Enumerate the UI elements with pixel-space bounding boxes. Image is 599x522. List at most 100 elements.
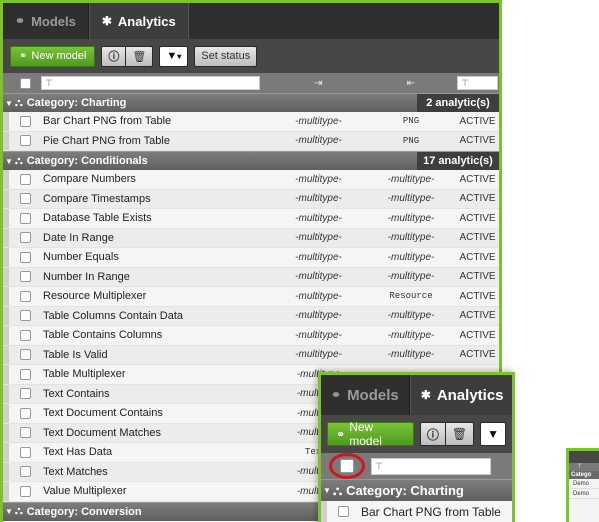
- delete-button[interactable]: 🗑: [126, 45, 154, 67]
- highlight-ring: [329, 453, 365, 479]
- table-row[interactable]: Number Equals -multitype- -multitype- ACTIV…: [3, 248, 499, 268]
- table-row[interactable]: Compare Numbers -multitype- -multitype- ACT…: [3, 170, 499, 190]
- tab-models[interactable]: ⚭ Models: [3, 3, 89, 39]
- row-checkbox[interactable]: [19, 271, 31, 283]
- zoom-new-model-button[interactable]: ⚭ New model: [327, 420, 414, 448]
- zoom-info-delete-group: ⓘ 🗑: [419, 422, 475, 446]
- status-filter-cell: ⊤: [456, 73, 499, 93]
- set-status-label: Set status: [201, 50, 251, 62]
- row-checkbox-cell: [9, 365, 41, 384]
- row-checkbox[interactable]: [19, 212, 31, 224]
- analytic-name: Table Is Valid: [43, 348, 108, 361]
- name-filter-cell: ⊤: [41, 73, 271, 93]
- models-icon: ⚭: [331, 388, 342, 402]
- info-icon: ⓘ: [108, 51, 120, 63]
- output-type: PNG: [402, 135, 420, 146]
- row-checkbox[interactable]: [19, 135, 31, 147]
- zoom-info-button[interactable]: ⓘ: [419, 422, 446, 446]
- name-filter-input[interactable]: ⊤: [41, 76, 260, 90]
- category-icon: ⛬: [15, 154, 23, 167]
- row-checkbox[interactable]: [19, 446, 31, 458]
- status-value: ACTIVE: [459, 193, 496, 205]
- row-checkbox-cell: [9, 424, 41, 443]
- zoom-tab-models-label: Models: [347, 386, 399, 404]
- row-checkbox[interactable]: [19, 407, 31, 419]
- thumb-row: Demo: [569, 479, 599, 489]
- category-label-wrap: ⛬ Category: Conditionals: [15, 155, 417, 168]
- row-checkbox-cell: [9, 209, 41, 228]
- analytic-name: Table Columns Contain Data: [43, 309, 184, 322]
- analytic-name: Table Contains Columns: [43, 329, 163, 342]
- filter-icon: ⊤: [577, 464, 583, 470]
- row-checkbox[interactable]: [19, 290, 31, 302]
- category-rows: Bar Chart PNG from Table -multitype- PNG AC…: [3, 112, 499, 151]
- status-value: ACTIVE: [459, 349, 496, 361]
- row-checkbox[interactable]: [19, 232, 31, 244]
- new-model-button[interactable]: ⚭ New model: [10, 45, 96, 67]
- table-row[interactable]: Compare Timestamps -multitype- -multitype-…: [3, 189, 499, 209]
- table-row[interactable]: Table Contains Columns -multitype- -multit…: [3, 326, 499, 346]
- trash-icon: 🗑: [451, 427, 468, 441]
- zoom-tab-models[interactable]: ⚭ Models: [321, 375, 410, 415]
- input-arrow-icon: ⇥: [314, 77, 323, 89]
- table-row[interactable]: Table Is Valid -multitype- -multitype- ACTI…: [3, 345, 499, 365]
- row-checkbox[interactable]: [337, 506, 349, 517]
- zoom-table-row[interactable]: Bar Chart PNG from Table: [321, 501, 512, 522]
- zoom-tab-analytics-label: Analytics: [436, 386, 504, 404]
- row-checkbox[interactable]: [19, 329, 31, 341]
- category-icon: ⛬: [333, 482, 343, 498]
- row-checkbox[interactable]: [19, 251, 31, 263]
- models-icon: ⚭: [336, 428, 346, 441]
- status-value: ACTIVE: [459, 271, 496, 283]
- filter-menu-button[interactable]: ▼ ▾: [159, 45, 189, 67]
- row-checkbox[interactable]: [19, 193, 31, 205]
- row-checkbox[interactable]: [19, 388, 31, 400]
- analytic-name: Value Multiplexer: [43, 485, 127, 498]
- zoom-select-all-checkbox[interactable]: [340, 459, 354, 473]
- table-row[interactable]: Database Table Exists -multitype- -multity…: [3, 209, 499, 229]
- output-type: PNG: [402, 116, 420, 127]
- filter-icon: ⊤: [45, 77, 53, 88]
- row-checkbox[interactable]: [19, 349, 31, 361]
- table-row[interactable]: Table Columns Contain Data -multitype- -mu…: [3, 306, 499, 326]
- collapse-arrow-icon: ▼: [5, 507, 13, 516]
- row-checkbox-cell: [9, 287, 41, 306]
- analytic-name: Number In Range: [43, 270, 130, 283]
- analytic-name: Date In Range: [43, 231, 114, 244]
- table-row[interactable]: Pie Chart PNG from Table -multitype- PNG AC…: [3, 131, 499, 151]
- row-checkbox[interactable]: [19, 368, 31, 380]
- row-checkbox[interactable]: [19, 466, 31, 478]
- input-column-header[interactable]: ⇥: [271, 73, 366, 93]
- status-filter-input[interactable]: ⊤: [457, 76, 498, 90]
- row-checkbox[interactable]: [19, 485, 31, 497]
- collapse-arrow-icon: ▼: [5, 98, 13, 108]
- zoom-filter-menu-button[interactable]: ▼: [480, 422, 506, 446]
- tab-analytics[interactable]: ✱ Analytics: [88, 3, 189, 39]
- zoom-tab-analytics[interactable]: ✱ Analytics: [409, 375, 512, 415]
- tab-bar: ⚭ Models ✱ Analytics: [3, 3, 499, 39]
- analytic-name: Resource Multiplexer: [43, 290, 147, 303]
- input-type: -multitype-: [295, 193, 342, 205]
- row-checkbox[interactable]: [19, 427, 31, 439]
- table-row[interactable]: Bar Chart PNG from Table -multitype- PNG AC…: [3, 112, 499, 132]
- zoom-category-header[interactable]: ▼ ⛬ Category: Charting: [321, 479, 512, 501]
- zoom-delete-button[interactable]: 🗑: [445, 422, 475, 446]
- status-value: ACTIVE: [459, 290, 496, 302]
- table-row[interactable]: Number In Range -multitype- -multitype- ACT…: [3, 267, 499, 287]
- output-column-header[interactable]: ⇤: [366, 73, 456, 93]
- table-row[interactable]: Resource Multiplexer -multitype- Resource A…: [3, 287, 499, 307]
- output-type: Resource: [389, 291, 433, 302]
- row-checkbox[interactable]: [19, 173, 31, 185]
- info-button[interactable]: ⓘ: [101, 45, 127, 67]
- gear-icon: ✱: [101, 14, 112, 28]
- category-header[interactable]: ▼ ⛬ Category: Charting 2 analytic(s): [3, 93, 499, 112]
- select-all-checkbox[interactable]: [19, 77, 31, 89]
- zoom-name-filter-input[interactable]: ⊤: [371, 457, 491, 475]
- row-checkbox[interactable]: [19, 310, 31, 322]
- row-checkbox[interactable]: [19, 115, 31, 127]
- table-row[interactable]: Date In Range -multitype- -multitype- ACTIV…: [3, 228, 499, 248]
- analytic-name: Text Document Matches: [43, 426, 161, 439]
- output-type: -multitype-: [387, 173, 435, 185]
- category-header[interactable]: ▼ ⛬ Category: Conditionals 17 analytic(s): [3, 151, 499, 170]
- set-status-button[interactable]: Set status: [194, 45, 258, 67]
